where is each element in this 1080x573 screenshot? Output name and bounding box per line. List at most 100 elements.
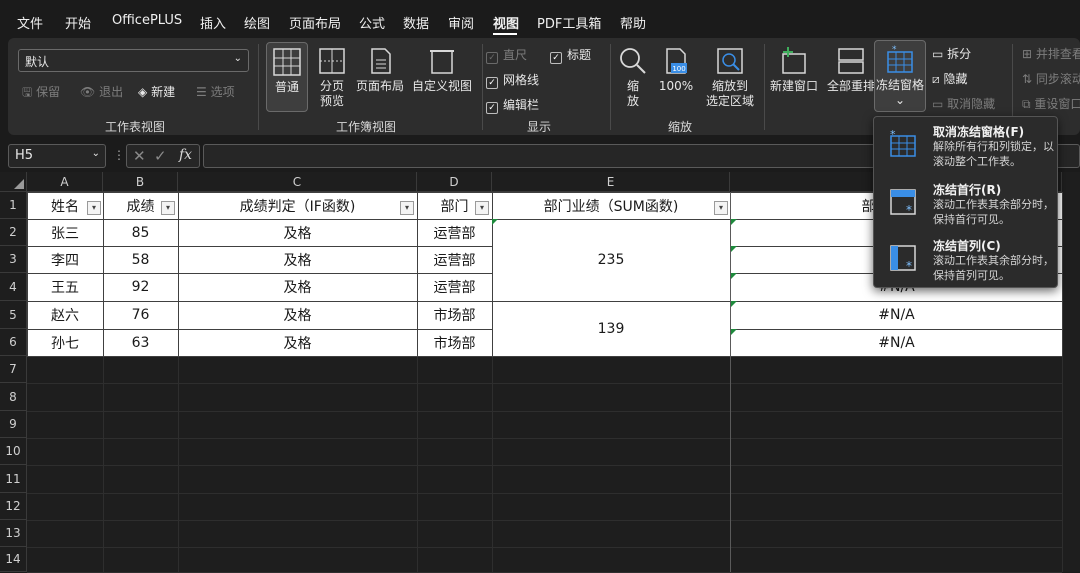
row-header[interactable]: 13 xyxy=(0,520,27,547)
svg-text:*: * xyxy=(906,259,912,273)
score-cell[interactable]: 58 xyxy=(103,246,178,273)
more-icon[interactable]: ⋮ xyxy=(113,148,125,162)
column-header-a[interactable]: A xyxy=(27,172,103,192)
menu-formulas[interactable]: 公式 xyxy=(359,13,385,32)
column-header-b[interactable]: B xyxy=(103,172,178,192)
name-cell[interactable]: 李四 xyxy=(27,246,103,273)
menu-review[interactable]: 审阅 xyxy=(448,13,474,32)
page-layout-button[interactable]: 页面布局 xyxy=(352,42,408,112)
score-cell[interactable]: 63 xyxy=(103,329,178,356)
new-window-button[interactable]: 新建窗口 xyxy=(766,42,822,102)
confirm-icon[interactable]: ✓ xyxy=(154,147,167,165)
error-indicator xyxy=(731,219,737,225)
menu-pdf-toolbox[interactable]: PDF工具箱 xyxy=(537,13,601,32)
zoom-button[interactable]: 缩 放 xyxy=(616,42,650,114)
formula-bar-checkbox[interactable]: ✓ 编辑栏 xyxy=(486,96,539,114)
menu-draw[interactable]: 绘图 xyxy=(244,13,270,32)
row-header[interactable]: 7 xyxy=(0,356,27,383)
row-header[interactable]: 5 xyxy=(0,301,27,329)
merged-sum-cell-market[interactable]: 139 xyxy=(492,301,730,356)
row-header[interactable]: 14 xyxy=(0,547,27,572)
sheet-view-dropdown[interactable]: 默认 ⌄ xyxy=(18,49,249,72)
row-header[interactable]: 3 xyxy=(0,246,27,273)
dept-cell[interactable]: 运营部 xyxy=(417,273,492,301)
select-all-corner[interactable] xyxy=(0,172,27,192)
row-header[interactable]: 1 xyxy=(0,192,27,219)
score-cell[interactable]: 76 xyxy=(103,301,178,329)
menu-view[interactable]: 视图 xyxy=(493,13,519,32)
column-header-d[interactable]: D xyxy=(417,172,492,192)
grade-cell[interactable]: 及格 xyxy=(178,301,417,329)
grade-cell[interactable]: 及格 xyxy=(178,219,417,246)
insert-function-icon[interactable]: fx xyxy=(179,147,192,163)
grade-cell[interactable]: 及格 xyxy=(178,246,417,273)
sync-scroll-button[interactable]: ⇅ 同步滚动 xyxy=(1022,70,1080,87)
header-cell-dept-sum[interactable]: 部门业绩（SUM函数) xyxy=(492,192,730,219)
column-header-c[interactable]: C xyxy=(178,172,417,192)
row-header[interactable]: 2 xyxy=(0,219,27,246)
score-cell[interactable]: 92 xyxy=(103,273,178,301)
row-header[interactable]: 9 xyxy=(0,411,27,438)
keep-button[interactable]: 🖫 保留 xyxy=(22,83,60,104)
dept-cell[interactable]: 运营部 xyxy=(417,246,492,273)
custom-views-button[interactable]: 自定义视图 xyxy=(408,42,476,112)
unfreeze-panes-option[interactable]: * 取消冻结窗格(F) 解除所有行和列锁定，以滚动整个工作表。 xyxy=(874,117,1059,173)
menu-insert[interactable]: 插入 xyxy=(200,13,226,32)
page-break-preview-button[interactable]: 分页 预览 xyxy=(312,42,352,112)
filter-dropdown-icon[interactable]: ▾ xyxy=(475,201,489,215)
split-button[interactable]: ▭ 拆分 xyxy=(932,45,971,62)
side-by-side-button[interactable]: ⊞ 并排查看 xyxy=(1022,45,1080,62)
dept-cell[interactable]: 市场部 xyxy=(417,329,492,356)
gridlines-checkbox[interactable]: ✓ 网格线 xyxy=(486,71,539,89)
grade-cell[interactable]: 及格 xyxy=(178,273,417,301)
row-header[interactable]: 12 xyxy=(0,493,27,520)
name-box[interactable]: H5 ⌄ xyxy=(8,144,106,168)
dept-cell[interactable]: 市场部 xyxy=(417,301,492,329)
zoom-100-button[interactable]: 100 100% xyxy=(656,42,696,114)
name-cell[interactable]: 张三 xyxy=(27,219,103,246)
grade-cell[interactable]: 及格 xyxy=(178,329,417,356)
menu-page-layout[interactable]: 页面布局 xyxy=(289,13,341,32)
filter-dropdown-icon[interactable]: ▾ xyxy=(400,201,414,215)
menu-help[interactable]: 帮助 xyxy=(620,13,646,32)
menu-file[interactable]: 文件 xyxy=(17,13,43,32)
score-cell[interactable]: 85 xyxy=(103,219,178,246)
normal-view-button[interactable]: 普通 xyxy=(266,42,308,112)
filter-dropdown-icon[interactable]: ▾ xyxy=(87,201,101,215)
name-cell[interactable]: 孙七 xyxy=(27,329,103,356)
header-cell-grade[interactable]: 成绩判定（IF函数) xyxy=(178,192,417,219)
dept-cell[interactable]: 运营部 xyxy=(417,219,492,246)
reset-position-button[interactable]: ⧉ 重设窗口位置 xyxy=(1022,95,1080,112)
svg-text:100: 100 xyxy=(672,65,685,73)
freeze-panes-button[interactable]: * 冻结窗格 ⌄ xyxy=(874,40,926,112)
row-header[interactable]: 10 xyxy=(0,438,27,465)
zoom-to-selection-button[interactable]: 缩放到 选定区域 xyxy=(698,42,762,114)
menu-data[interactable]: 数据 xyxy=(403,13,429,32)
column-header-e[interactable]: E xyxy=(492,172,730,192)
options-button[interactable]: ☰ 选项 xyxy=(196,83,235,100)
ruler-checkbox[interactable]: ✓ 直尺 xyxy=(486,46,527,64)
headings-checkbox[interactable]: ✓ 标题 xyxy=(550,46,591,64)
freeze-top-row-option[interactable]: * 冻结首行(R) 滚动工作表其余部分时，保持首行可见。 xyxy=(874,175,1059,231)
name-cell[interactable]: 王五 xyxy=(27,273,103,301)
merged-sum-cell-ops[interactable]: 235 xyxy=(492,219,730,301)
arrange-all-button[interactable]: 全部重排 xyxy=(822,42,880,102)
hide-button[interactable]: ⧄ 隐藏 xyxy=(932,70,967,87)
menu-home[interactable]: 开始 xyxy=(65,13,91,32)
lookup-cell[interactable]: #N/A xyxy=(731,301,1062,329)
row-header[interactable]: 4 xyxy=(0,273,27,301)
lookup-cell[interactable]: #N/A xyxy=(731,329,1062,356)
freeze-first-column-option[interactable]: * 冻结首列(C) 滚动工作表其余部分时，保持首列可见。 xyxy=(874,231,1059,287)
new-sheet-view-button[interactable]: ◈ 新建 xyxy=(138,83,175,100)
name-cell[interactable]: 赵六 xyxy=(27,301,103,329)
unhide-button[interactable]: ▭ 取消隐藏 xyxy=(932,95,995,112)
filter-dropdown-icon[interactable]: ▾ xyxy=(714,201,728,215)
row-header[interactable]: 8 xyxy=(0,383,27,411)
exit-button[interactable]: 👁 退出 xyxy=(80,83,123,100)
row-header[interactable]: 11 xyxy=(0,465,27,493)
filter-dropdown-icon[interactable]: ▾ xyxy=(161,201,175,215)
row-header[interactable]: 6 xyxy=(0,329,27,356)
page-break-label-2: 预览 xyxy=(319,94,344,108)
menu-officeplus[interactable]: OfficePLUS xyxy=(112,13,182,28)
cancel-icon[interactable]: ✕ xyxy=(133,147,146,165)
